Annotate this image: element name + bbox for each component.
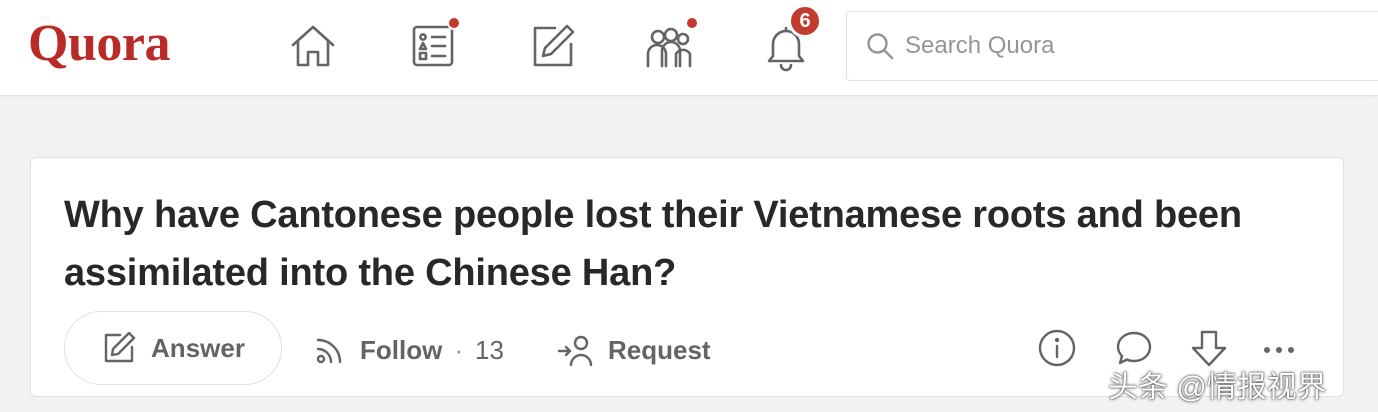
following-notification-dot — [447, 16, 461, 30]
top-header: Quora 6 Search Quora — [0, 0, 1378, 96]
follow-count: 13 — [475, 334, 504, 365]
nav-spaces[interactable] — [641, 16, 699, 74]
request-label: Request — [608, 334, 711, 365]
watermark-text: 头条 @情报视界 — [1108, 371, 1327, 404]
quora-logo[interactable]: Quora — [28, 14, 170, 73]
answer-label: Answer — [151, 332, 245, 363]
home-icon — [291, 25, 335, 67]
follow-label: Follow — [360, 334, 443, 365]
info-button[interactable] — [1035, 326, 1079, 370]
notification-count-badge: 6 — [788, 4, 822, 38]
nav-following[interactable] — [405, 16, 461, 74]
follow-separator: · — [454, 334, 463, 365]
request-button[interactable]: Request — [556, 330, 711, 370]
search-input[interactable] — [905, 32, 1325, 60]
edit-icon — [104, 331, 136, 363]
follow-button[interactable]: Follow · 13 — [312, 330, 504, 370]
follow-rss-icon — [316, 338, 342, 364]
answer-button[interactable]: Answer — [64, 311, 282, 385]
search-bar[interactable] — [846, 11, 1378, 81]
nav-notifications[interactable]: 6 — [758, 4, 822, 74]
spaces-notification-dot — [685, 16, 699, 30]
nav-answer[interactable] — [525, 18, 581, 74]
search-icon — [867, 33, 894, 60]
request-user-icon — [557, 335, 593, 367]
edit-icon — [533, 24, 575, 67]
info-icon — [1038, 329, 1076, 367]
question-card: Why have Cantonese people lost their Vie… — [30, 157, 1344, 397]
nav-home[interactable] — [285, 18, 341, 74]
question-title[interactable]: Why have Cantonese people lost their Vie… — [64, 186, 1304, 302]
